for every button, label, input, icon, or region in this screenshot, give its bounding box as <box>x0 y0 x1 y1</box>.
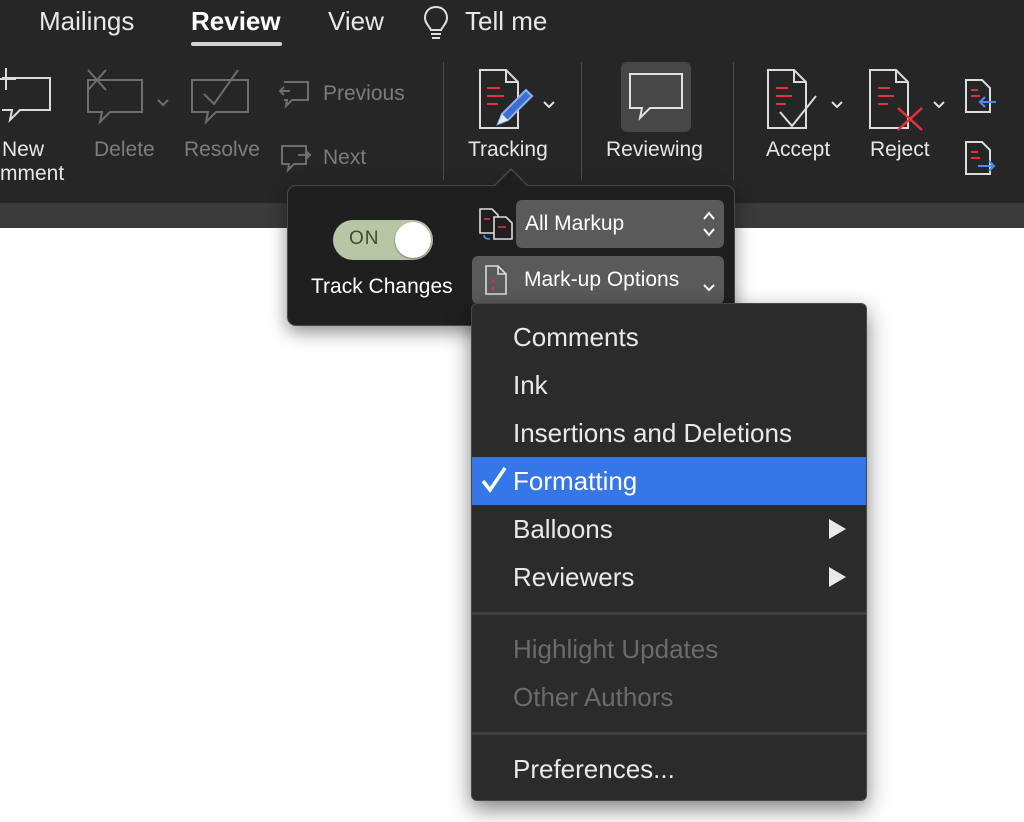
next-comment-label: Next <box>323 146 367 169</box>
resolve-comment-button[interactable]: Resolve <box>184 62 266 172</box>
new-comment-label-line2: mment <box>0 162 65 185</box>
reviewing-label: Reviewing <box>606 138 703 161</box>
up-down-arrows-icon <box>702 209 716 245</box>
menu-item-label: Comments <box>513 322 639 352</box>
previous-comment-label: Previous <box>323 82 405 105</box>
ribbon-separator <box>733 62 734 180</box>
menu-item-label: Other Authors <box>513 682 674 712</box>
menu-item-reviewers[interactable]: Reviewers <box>472 553 866 601</box>
reject-change-icon <box>868 68 926 138</box>
previous-change-icon[interactable] <box>964 78 998 119</box>
menu-item-preferences[interactable]: Preferences... <box>472 745 866 793</box>
menu-item-label: Insertions and Deletions <box>513 418 792 448</box>
new-comment-button[interactable]: New mment <box>0 62 75 192</box>
markup-options-label: Mark-up Options <box>524 268 680 291</box>
delete-comment-icon <box>84 66 146 132</box>
delete-chevron-down-icon[interactable] <box>156 90 170 114</box>
markup-options-menu: Comments Ink Insertions and Deletions Fo… <box>471 303 867 801</box>
menu-item-label: Balloons <box>513 514 613 544</box>
accept-change-icon <box>766 68 822 138</box>
submenu-arrow-icon <box>829 519 846 539</box>
toggle-knob <box>395 222 431 258</box>
display-for-review-value: All Markup <box>525 212 625 235</box>
new-comment-icon <box>0 66 54 132</box>
menu-item-label: Ink <box>513 370 548 400</box>
menu-item-label: Preferences... <box>513 754 675 784</box>
toggle-state-text: ON <box>349 228 380 249</box>
previous-comment-button[interactable]: Previous <box>278 78 418 112</box>
menu-item-label: Reviewers <box>513 562 635 592</box>
display-for-review-select[interactable]: All Markup <box>516 200 724 248</box>
tracking-pencil-icon <box>476 68 536 138</box>
accept-change-button[interactable]: Accept <box>760 62 850 172</box>
reject-chevron-down-icon[interactable] <box>932 92 946 116</box>
tracking-label: Tracking <box>468 138 548 161</box>
checkmark-icon <box>481 465 507 502</box>
menu-item-insertions-and-deletions[interactable]: Insertions and Deletions <box>472 409 866 457</box>
tracking-button[interactable]: Tracking <box>464 62 564 172</box>
accept-label: Accept <box>766 138 831 161</box>
reviewing-pane-icon <box>626 70 686 132</box>
menu-separator <box>472 612 866 615</box>
menu-item-other-authors: Other Authors <box>472 673 866 721</box>
tab-mailings[interactable]: Mailings <box>39 6 134 37</box>
tracking-chevron-down-icon[interactable] <box>542 92 556 116</box>
menu-item-highlight-updates: Highlight Updates <box>472 625 866 673</box>
next-comment-button[interactable]: Next <box>278 142 418 176</box>
menu-item-label: Formatting <box>513 466 638 496</box>
resolve-comment-icon <box>190 66 252 132</box>
track-changes-toggle[interactable]: ON <box>333 220 433 260</box>
menu-item-formatting[interactable]: Formatting <box>472 457 866 505</box>
submenu-arrow-icon <box>829 567 846 587</box>
menu-item-ink[interactable]: Ink <box>472 361 866 409</box>
markup-options-button[interactable]: Mark-up Options <box>472 256 724 304</box>
next-comment-icon <box>278 142 312 180</box>
previous-comment-icon <box>278 78 312 116</box>
new-comment-label-line1: New <box>2 138 45 161</box>
ribbon-separator <box>443 62 444 180</box>
next-change-icon[interactable] <box>964 140 998 181</box>
display-for-review-icon <box>478 207 514 246</box>
reject-change-button[interactable]: Reject <box>864 62 954 172</box>
menu-item-comments[interactable]: Comments <box>472 313 866 361</box>
menu-item-label: Highlight Updates <box>513 634 719 664</box>
tab-view[interactable]: View <box>328 6 384 37</box>
chevron-down-icon <box>702 275 716 299</box>
menu-separator <box>472 732 866 735</box>
track-changes-label: Track Changes <box>311 275 453 298</box>
accept-chevron-down-icon[interactable] <box>830 92 844 116</box>
active-tab-indicator <box>191 42 282 46</box>
tab-review[interactable]: Review <box>191 6 281 37</box>
lightbulb-icon[interactable] <box>422 4 450 49</box>
reject-label: Reject <box>870 138 930 161</box>
reviewing-pane-button[interactable]: Reviewing <box>603 62 711 172</box>
delete-label: Delete <box>94 138 155 161</box>
menu-item-balloons[interactable]: Balloons <box>472 505 866 553</box>
delete-comment-button[interactable]: Delete <box>84 62 174 172</box>
ribbon-separator <box>581 62 582 180</box>
markup-document-icon <box>484 264 508 302</box>
resolve-label: Resolve <box>184 138 260 161</box>
tell-me-search[interactable]: Tell me <box>465 6 547 37</box>
popover-arrow-fill <box>495 170 527 186</box>
